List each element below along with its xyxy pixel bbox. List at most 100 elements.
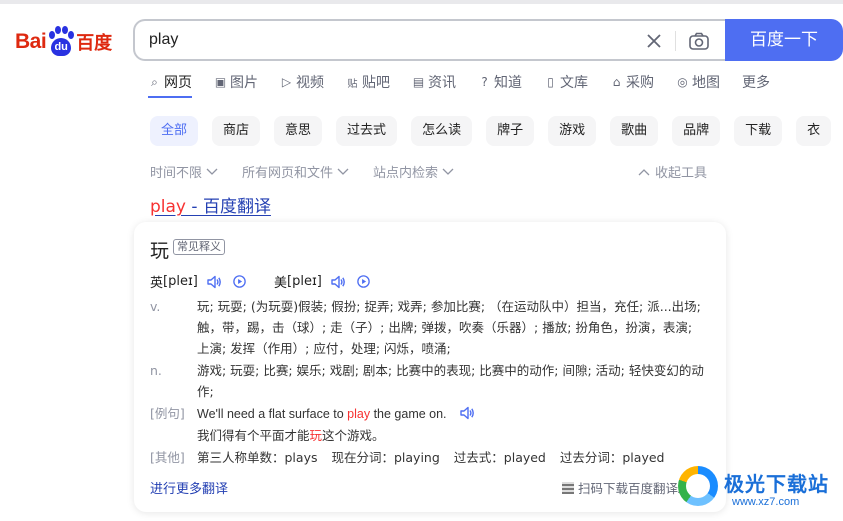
tab-4[interactable]: ▤ 资讯: [412, 72, 456, 92]
form-item: 现在分词：playing: [331, 450, 440, 465]
tab-5[interactable]: ? 知道: [478, 72, 522, 92]
tab-0[interactable]: ⌕ 网页: [148, 72, 192, 98]
replay-icon[interactable]: [356, 274, 371, 289]
tab-label: 图片: [230, 75, 258, 91]
chevron-down-icon: [442, 168, 454, 175]
filter-chip[interactable]: 品牌: [672, 116, 721, 146]
definitions: v. 玩; 玩耍; (为玩耍)假装; 假扮; 捉弄; 戏弄; 参加比赛; （在运…: [150, 296, 710, 403]
site-watermark: 极光下载站 www.xz7.com: [672, 460, 843, 518]
translation-card: 玩 常见释义 英 [pleɪ] 美 [pleɪ] v. 玩; 玩耍; (为玩耍)假装…: [134, 222, 726, 512]
tab-label: 贴吧: [362, 75, 390, 91]
speaker-icon[interactable]: [206, 274, 222, 290]
tab-6[interactable]: ▯ 文库: [544, 72, 588, 92]
news-icon: ▤: [412, 75, 425, 89]
tab-1[interactable]: ▣ 图片: [214, 72, 258, 92]
filter-chip[interactable]: 怎么读: [411, 116, 473, 146]
search-icon: ⌕: [151, 74, 158, 89]
speaker-icon[interactable]: [330, 274, 346, 290]
tab-label: 更多: [742, 75, 770, 91]
tab-label: 文库: [560, 75, 588, 91]
logo-text-bai: Bai: [15, 30, 47, 53]
search-query: play: [149, 31, 179, 48]
time-filter-label: 时间不限: [150, 166, 203, 181]
result-title-link[interactable]: play - 百度翻译: [150, 192, 271, 217]
form-item: 过去分词：played: [559, 450, 665, 465]
watermark-title: 极光下载站: [724, 472, 829, 496]
watermark-logo-icon: [678, 466, 718, 506]
filter-chips: 全部 商店 意思 过去式 怎么读 牌子 游戏 歌曲 品牌 下载衣: [150, 116, 843, 146]
search-tabs: ⌕ 网页 ▣ 图片 ▷ 视频 贴贴吧 ▤ 资讯? 知道 ▯ 文库 ⌂ 采购 ◎ 地图 更多: [148, 72, 792, 100]
common-meaning-badge: 常见释义: [173, 239, 225, 255]
collapse-tools-label: 收起工具: [655, 166, 708, 181]
search-button[interactable]: 百度一下: [725, 19, 843, 61]
filetype-filter-label: 所有网页和文件: [242, 166, 334, 181]
top-divider: [0, 0, 843, 4]
search-input[interactable]: play: [133, 19, 727, 61]
other-label: [其他]: [150, 450, 185, 465]
filter-chip[interactable]: 下载: [734, 116, 783, 146]
tab-3[interactable]: 贴贴吧: [346, 72, 391, 92]
site-filter[interactable]: 站点内检索: [373, 162, 454, 181]
example-chinese: 我们得有个平面才能玩这个游戏。: [197, 428, 385, 443]
filter-chip[interactable]: 全部: [150, 116, 199, 146]
site-filter-label: 站点内检索: [373, 166, 439, 181]
us-phonetic: [pleɪ]: [287, 274, 322, 289]
us-label: 美: [274, 276, 288, 291]
form-item: 第三人称单数：plays: [197, 450, 318, 465]
replay-icon[interactable]: [232, 274, 247, 289]
time-filter[interactable]: 时间不限: [150, 162, 218, 181]
form-item: 过去式：played: [453, 450, 546, 465]
filter-chip[interactable]: 商店: [212, 116, 261, 146]
result-title-rest: - 百度翻译: [186, 197, 271, 217]
tab-label: 采购: [626, 75, 654, 91]
definition-row: n. 游戏; 玩耍; 比赛; 娱乐; 戏剧; 剧本; 比赛中的表现; 比赛中的动…: [150, 360, 710, 402]
paw-icon: du: [47, 26, 75, 58]
chevron-down-icon: [337, 168, 349, 175]
example-english: We'll need a flat surface to play the ga…: [197, 407, 447, 421]
speaker-icon[interactable]: [459, 405, 475, 421]
camera-icon[interactable]: [687, 29, 711, 53]
search-divider: [675, 31, 676, 51]
definition-text: 游戏; 玩耍; 比赛; 娱乐; 戏剧; 剧本; 比赛中的表现; 比赛中的动作; …: [197, 363, 704, 399]
image-icon: ▣: [214, 75, 227, 89]
filter-chip[interactable]: 意思: [274, 116, 323, 146]
result-title-highlight: play: [150, 197, 186, 217]
tab-8[interactable]: ◎ 地图: [676, 72, 720, 92]
tab-label: 资讯: [428, 75, 456, 91]
chevron-down-icon: [206, 168, 218, 175]
definition-row: v. 玩; 玩耍; (为玩耍)假装; 假扮; 捉弄; 戏弄; 参加比赛; （在运…: [150, 296, 710, 359]
tab-label: 知道: [494, 75, 522, 91]
baidu-logo[interactable]: Bai du 百度: [15, 26, 112, 58]
filter-chip[interactable]: 牌子: [486, 116, 535, 146]
example-sentence: [例句] We'll need a flat surface to play th…: [150, 403, 475, 446]
uk-label: 英: [150, 276, 164, 291]
tab-label: 地图: [692, 75, 720, 91]
filter-chip[interactable]: 衣: [796, 116, 832, 146]
filetype-filter[interactable]: 所有网页和文件: [242, 162, 349, 181]
tab-2[interactable]: ▷ 视频: [280, 72, 324, 92]
tab-9[interactable]: 更多: [742, 72, 770, 92]
filter-chip[interactable]: 歌曲: [610, 116, 659, 146]
us-pronunciation: 美 [pleɪ]: [274, 272, 371, 291]
more-translations-link[interactable]: 进行更多翻译: [150, 478, 228, 497]
map-pin-icon: ◎: [677, 75, 688, 89]
search-bar: play 百度一下: [133, 19, 843, 61]
example-label: [例句]: [150, 406, 185, 421]
uk-phonetic: [pleɪ]: [163, 274, 198, 289]
question-icon: ?: [481, 75, 488, 89]
shopping-icon: ⌂: [612, 75, 621, 89]
close-icon[interactable]: [643, 30, 665, 52]
filter-chip[interactable]: 游戏: [548, 116, 597, 146]
document-icon: ▯: [547, 75, 554, 89]
part-of-speech: v.: [150, 299, 161, 314]
tab-label: 网页: [164, 75, 192, 91]
uk-pronunciation: 英 [pleɪ]: [150, 272, 247, 291]
filter-chip[interactable]: 过去式: [336, 116, 398, 146]
tab-label: 视频: [296, 75, 324, 91]
watermark-url: www.xz7.com: [732, 496, 800, 508]
translation-word: 玩: [150, 240, 170, 262]
tab-7[interactable]: ⌂ 采购: [610, 72, 654, 92]
logo-text-baidu: 百度: [76, 33, 113, 54]
collapse-tools-button[interactable]: 收起工具: [638, 162, 707, 181]
search-tools: 时间不限 所有网页和文件 站点内检索 收起工具: [150, 162, 707, 181]
